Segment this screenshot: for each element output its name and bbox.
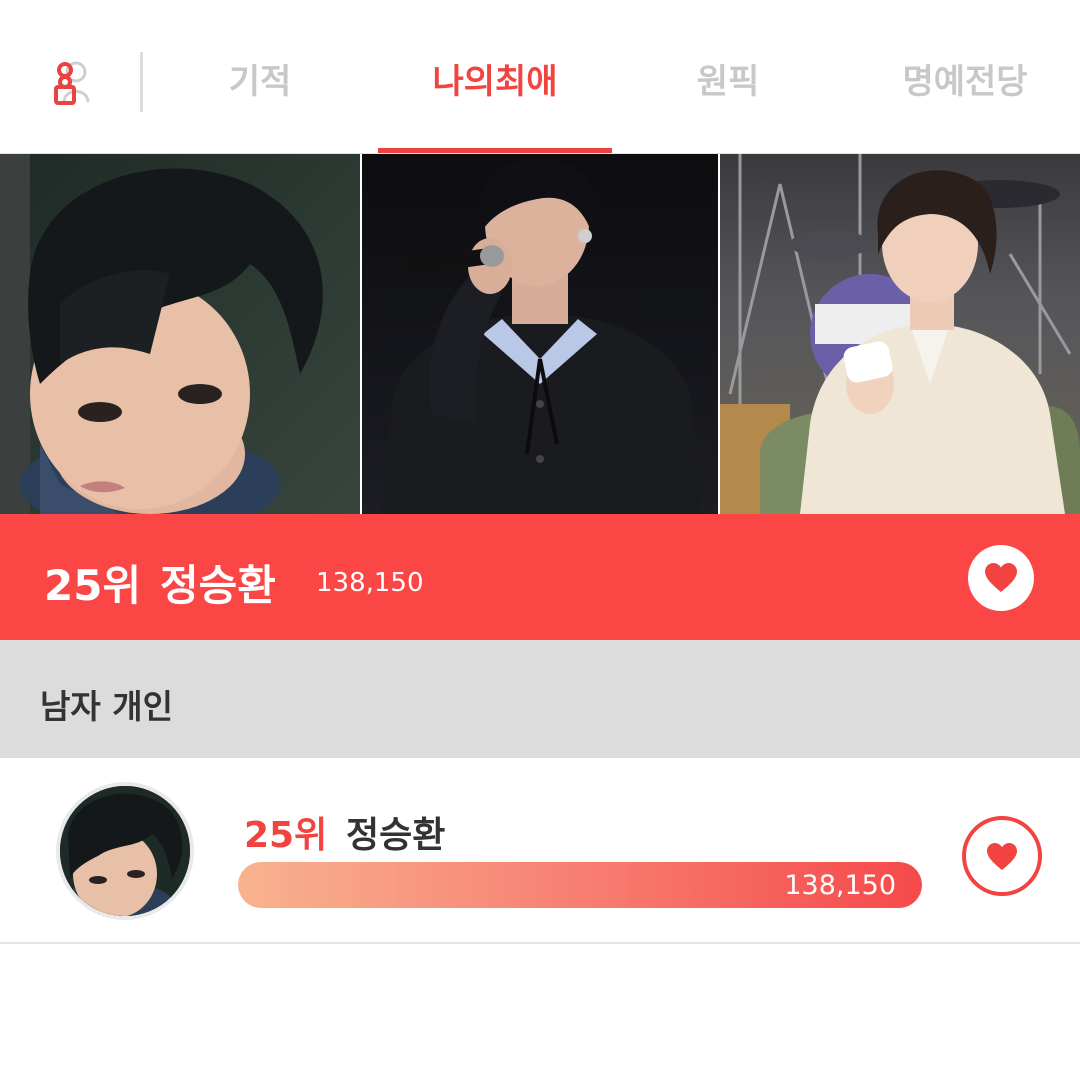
user-icon[interactable]: [44, 58, 100, 108]
row-rank: 25위: [244, 815, 328, 856]
idol-singing-photo[interactable]: [360, 154, 720, 514]
row-name: 정승환: [346, 815, 446, 856]
row-vote-button[interactable]: [962, 816, 1042, 896]
category-label: 남자 개인: [40, 687, 173, 726]
heart-icon: [987, 842, 1017, 871]
tab-my-favorite[interactable]: 나의최애: [400, 56, 590, 108]
nav-divider: [140, 52, 143, 112]
photo-strip: [0, 154, 1080, 514]
banner-name: 정승환: [160, 561, 276, 610]
heart-icon: [985, 563, 1017, 592]
tab-miracle[interactable]: 기적: [200, 56, 320, 108]
vote-count: 138,150: [784, 870, 896, 901]
top-navigation: 기적 나의최애 원픽 명예전당: [0, 0, 1080, 154]
ranking-row[interactable]: 25위 정승환 138,150: [0, 758, 1080, 944]
banner-rank: 25위: [44, 561, 142, 610]
vote-progress-bar: 138,150: [238, 862, 922, 908]
banner-vote-button[interactable]: [968, 545, 1034, 611]
banner-score: 138,150: [316, 568, 424, 598]
idol-closeup-photo[interactable]: [0, 154, 360, 514]
avatar[interactable]: [56, 782, 194, 920]
idol-interview-photo[interactable]: [720, 154, 1080, 514]
category-header: 남자 개인: [0, 640, 1080, 758]
tab-one-pick[interactable]: 원픽: [668, 56, 788, 108]
rank-banner: 25위 정승환 138,150: [0, 514, 1080, 640]
tab-hall-of-fame[interactable]: 명예전당: [880, 56, 1050, 108]
